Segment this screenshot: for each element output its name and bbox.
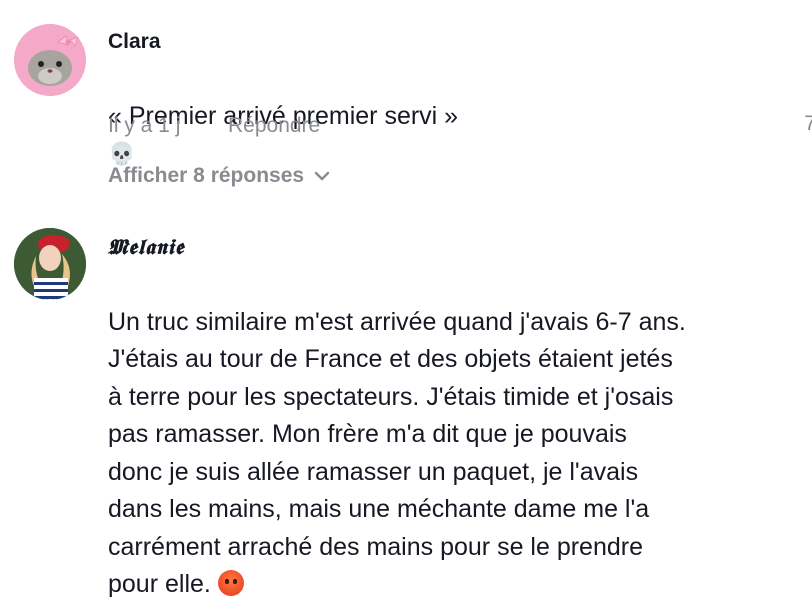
avatar[interactable]	[14, 228, 86, 300]
chevron-down-icon	[314, 171, 330, 181]
view-replies-label: Afficher 8 réponses	[108, 164, 305, 187]
timestamp: Il y a 1 j	[108, 114, 181, 137]
comment-text: Un truc similaire m'est arrivée quand j'…	[108, 266, 686, 604]
view-replies-button[interactable]: Afficher 8 réponses	[108, 164, 330, 188]
hamster-avatar-icon	[14, 24, 86, 96]
avatar[interactable]	[14, 24, 86, 96]
username[interactable]: Clara	[108, 30, 161, 54]
like-count-clipped: 7	[804, 112, 812, 135]
reply-button[interactable]: Répondre	[228, 114, 320, 138]
comment-text-content: Un truc similaire m'est arrivée quand j'…	[108, 307, 686, 599]
person-avatar-icon	[14, 228, 86, 300]
username[interactable]: 𝕸𝖊𝖑𝖆𝖓𝖎𝖊	[108, 234, 184, 260]
angry-face-icon	[217, 570, 244, 596]
